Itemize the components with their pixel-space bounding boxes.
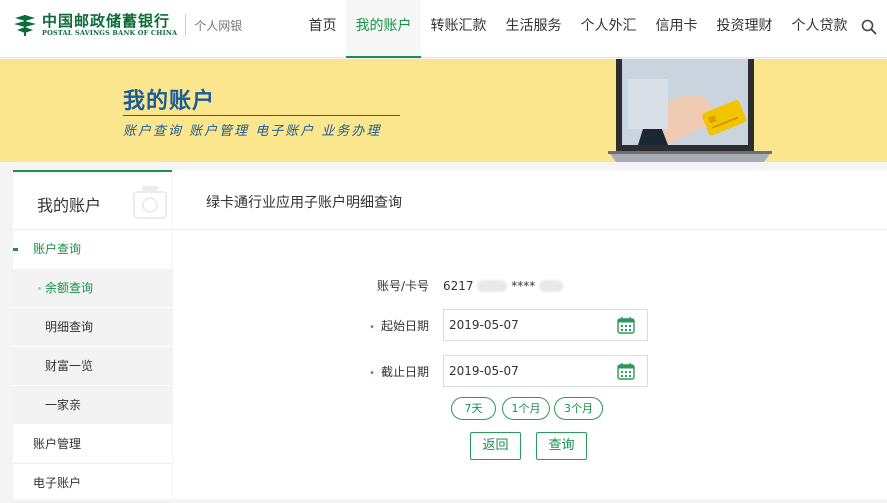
bank-name-en: POSTAL SAVINGS BANK OF CHINA	[42, 28, 178, 37]
nav-my-account[interactable]: 我的账户	[346, 0, 421, 58]
masked-segment	[477, 280, 508, 292]
calendar-icon[interactable]	[617, 362, 635, 380]
bank-logo[interactable]: 中国邮政储蓄银行 POSTAL SAVINGS BANK OF CHINA 个人…	[12, 12, 242, 38]
nav-credit-card[interactable]: 信用卡	[646, 0, 707, 58]
start-date-input[interactable]: 2019-05-07	[443, 309, 648, 341]
end-date-input[interactable]: 2019-05-07	[443, 355, 648, 387]
psbc-logo-icon	[14, 15, 36, 36]
laptop-hand-card-illustration	[608, 59, 772, 162]
sidebar-item-account-query[interactable]: 账户查询	[13, 230, 172, 269]
nav-home[interactable]: 首页	[299, 0, 346, 58]
nav-forex[interactable]: 个人外汇	[571, 0, 646, 58]
masked-segment	[539, 280, 564, 292]
banner-subtitle: 账户查询 账户管理 电子账户 业务办理	[123, 124, 382, 139]
range-1-month-button[interactable]: 1个月	[502, 397, 550, 420]
sidebar-item-detail-query[interactable]: 明细查询	[13, 308, 172, 347]
top-header: 中国邮政储蓄银行 POSTAL SAVINGS BANK OF CHINA 个人…	[0, 0, 887, 58]
required-marker: •	[369, 321, 375, 333]
main-nav: 首页 我的账户 转账汇款 生活服务 个人外汇 信用卡 投资理财 个人贷款	[299, 0, 857, 58]
banner-divider	[123, 115, 400, 116]
logo-divider	[185, 14, 187, 36]
bank-name-cn: 中国邮政储蓄银行	[42, 11, 171, 30]
camera-watermark-icon	[133, 186, 167, 219]
account-banner: 我的账户 账户查询 账户管理 电子账户 业务办理	[0, 59, 887, 162]
account-row: 账号/卡号 6217 ****	[343, 277, 564, 294]
account-number: 6217 ****	[443, 278, 564, 293]
range-7-days-button[interactable]: 7天	[451, 397, 496, 420]
sidebar-item-wealth-overview[interactable]: 财富一览	[13, 347, 172, 386]
sidebar-item-account-management[interactable]: 账户管理	[13, 425, 172, 464]
nav-transfer[interactable]: 转账汇款	[421, 0, 496, 58]
main-panel: 绿卡通行业应用子账户明细查询 账号/卡号 6217 **** • 起始日期 201…	[173, 170, 887, 499]
nav-loan[interactable]: 个人贷款	[782, 0, 857, 58]
account-prefix: 6217	[443, 278, 474, 293]
sidebar-header: 我的账户	[13, 170, 172, 230]
start-date-row: • 起始日期 2019-05-07	[343, 309, 648, 341]
sidebar: 我的账户 账户查询 余额查询 明细查询 财富一览 一家亲 账户管理 电子账户	[13, 170, 172, 503]
banner-title: 我的账户	[123, 89, 216, 114]
account-label: 账号/卡号	[376, 279, 429, 293]
end-date-row: • 截止日期 2019-05-07	[343, 355, 648, 387]
query-button[interactable]: 查询	[536, 432, 587, 460]
sidebar-item-family[interactable]: 一家亲	[13, 386, 172, 425]
end-date-value: 2019-05-07	[449, 364, 519, 378]
main-header: 绿卡通行业应用子账户明细查询	[173, 170, 887, 230]
nav-investment[interactable]: 投资理财	[707, 0, 782, 58]
sidebar-item-e-account[interactable]: 电子账户	[13, 464, 172, 503]
account-middle: ****	[511, 278, 536, 293]
personal-banking-label: 个人网银	[194, 18, 243, 33]
range-3-months-button[interactable]: 3个月	[554, 397, 603, 420]
end-date-label: • 截止日期	[369, 364, 429, 379]
nav-life-service[interactable]: 生活服务	[496, 0, 571, 58]
sidebar-title: 我的账户	[37, 196, 102, 215]
required-marker: •	[369, 367, 375, 379]
back-button[interactable]: 返回	[470, 432, 521, 460]
start-date-value: 2019-05-07	[449, 318, 519, 332]
calendar-icon[interactable]	[617, 316, 635, 334]
sidebar-item-balance-query[interactable]: 余额查询	[13, 269, 172, 308]
search-icon[interactable]	[861, 19, 877, 35]
start-date-label: • 起始日期	[369, 318, 429, 333]
page-title: 绿卡通行业应用子账户明细查询	[206, 195, 402, 211]
